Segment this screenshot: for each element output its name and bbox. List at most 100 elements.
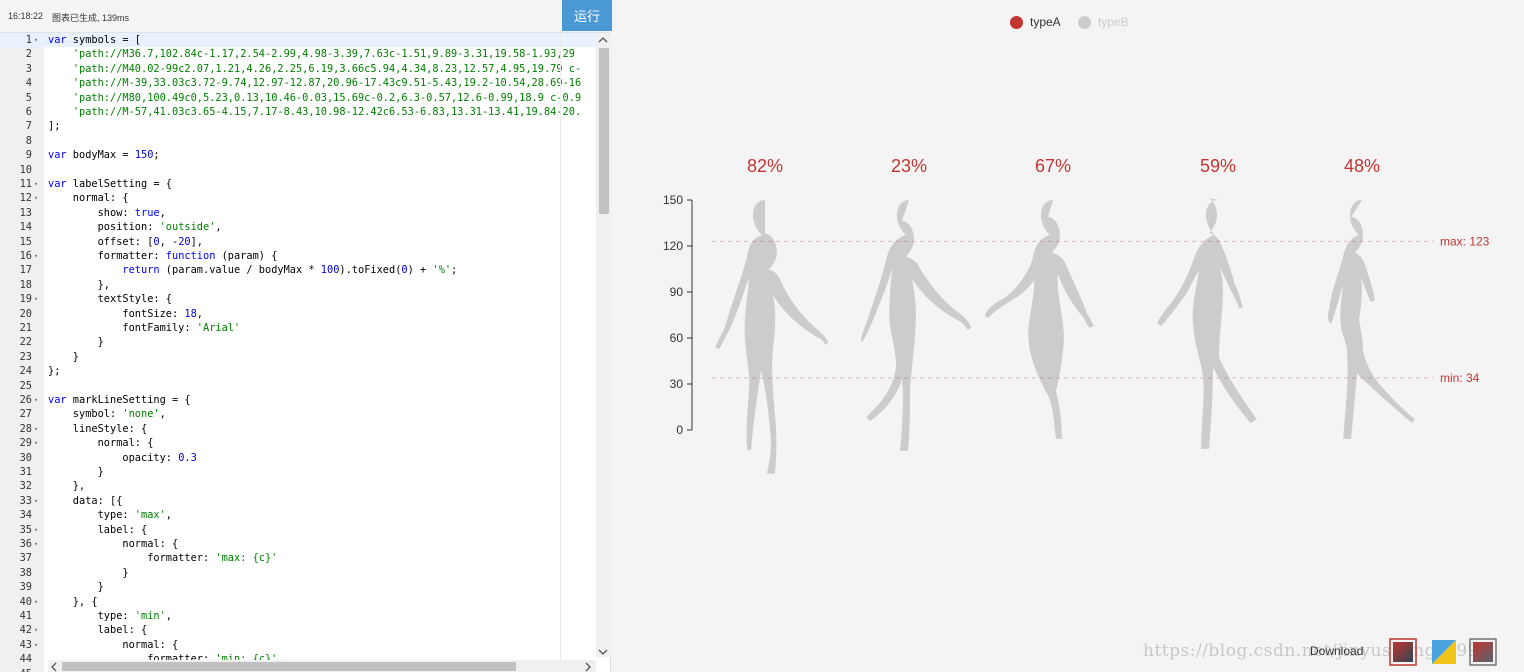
fold-toggle-icon[interactable]: ▾ [34, 177, 38, 191]
code-text: formatter: function (param) { [48, 250, 278, 262]
code-line[interactable]: 21 fontFamily: 'Arial' [0, 321, 611, 335]
code-line[interactable]: 7]; [0, 119, 611, 133]
code-line[interactable]: 36 ▾ normal: { [0, 537, 611, 551]
code-line[interactable]: 23 } [0, 350, 611, 364]
code-text: symbol: 'none', [48, 408, 166, 421]
scroll-up-icon[interactable] [598, 36, 608, 44]
code-line[interactable]: 34 type: 'max', [0, 508, 611, 522]
download-theme-dark-icon[interactable] [1469, 638, 1497, 666]
code-line[interactable]: 22 } [0, 335, 611, 349]
code-line[interactable]: 6 'path://M-57,41.03c3.65-4.15,7.17-8.43… [0, 105, 611, 119]
code-line[interactable]: 19 ▾ textStyle: { [0, 292, 611, 306]
code-text: var labelSetting = { [48, 178, 172, 190]
line-number: 7 [25, 120, 32, 133]
code-line[interactable]: 12 ▾ normal: { [0, 191, 611, 205]
fold-toggle-icon[interactable]: ▾ [34, 623, 38, 637]
vertical-scrollbar-thumb[interactable] [599, 48, 609, 214]
code-line[interactable]: 32 }, [0, 479, 611, 493]
code-line[interactable]: 39 } [0, 580, 611, 594]
fold-toggle-icon[interactable]: ▾ [34, 191, 38, 205]
line-number: 36 [19, 538, 32, 550]
line-number: 41 [19, 610, 32, 622]
code-text: show: true, [48, 206, 166, 219]
code-line[interactable]: 31 } [0, 465, 611, 479]
code-text: normal: { [48, 192, 129, 205]
code-line[interactable]: 9 var bodyMax = 150; [0, 148, 611, 162]
code-text: label: { [48, 523, 148, 536]
fold-toggle-icon[interactable]: ▾ [34, 33, 38, 47]
code-line[interactable]: 15 offset: [0, -20], [0, 235, 611, 249]
line-number: 8 [25, 134, 32, 147]
code-line[interactable]: 25 [0, 379, 611, 393]
scroll-left-icon[interactable] [50, 662, 58, 672]
line-number: 5 [25, 91, 32, 104]
code-text: }, [48, 278, 110, 291]
code-line[interactable]: 2 'path://M36.7,102.84c-1.17,2.54-2.99,4… [0, 47, 611, 61]
code-line[interactable]: 8 [0, 134, 611, 148]
code-line[interactable]: 1 ▾ var symbols = [ [0, 33, 611, 48]
code-line[interactable]: 35 ▾ label: { [0, 523, 611, 537]
code-text: 'path://M-57,41.03c3.65-4.15,7.17-8.43,1… [72, 106, 582, 118]
fold-toggle-icon[interactable]: ▾ [34, 436, 38, 450]
code-line[interactable]: 16 ▾ formatter: function (param) { [0, 249, 611, 263]
line-number: 37 [19, 552, 32, 565]
line-number: 9 [25, 149, 32, 162]
fold-toggle-icon[interactable]: ▾ [34, 523, 38, 537]
fold-toggle-icon[interactable]: ▾ [34, 595, 38, 609]
code-line[interactable]: 3 'path://M40.02-99c2.07,1.21,4.26,2.25,… [0, 62, 611, 76]
scroll-right-icon[interactable] [584, 662, 592, 672]
line-number: 3 [25, 62, 32, 75]
horizontal-scrollbar-thumb[interactable] [62, 662, 516, 671]
fold-toggle-icon[interactable]: ▾ [34, 494, 38, 508]
code-text: var markLineSetting = { [48, 394, 191, 406]
line-number: 35 [19, 523, 32, 536]
code-line[interactable]: 10 [0, 163, 611, 177]
code-line[interactable]: 18 }, [0, 278, 611, 292]
fold-toggle-icon[interactable]: ▾ [34, 249, 38, 263]
code-line[interactable]: 13 show: true, [0, 206, 611, 220]
code-line[interactable]: 14 position: 'outside', [0, 220, 611, 234]
code-line[interactable]: 41 type: 'min', [0, 609, 611, 623]
fold-toggle-icon[interactable]: ▾ [34, 638, 38, 652]
code-line[interactable]: 30 opacity: 0.3 [0, 451, 611, 465]
line-number: 38 [19, 566, 32, 579]
code-text: }, [48, 480, 86, 493]
fold-toggle-icon[interactable]: ▾ [34, 292, 38, 306]
code-text: } [48, 350, 79, 363]
download-theme-blue-icon[interactable] [1430, 638, 1458, 666]
code-editor[interactable]: 1 ▾ var symbols = [2 'path://M36.7,102.84c… [0, 33, 611, 672]
scroll-down-icon[interactable] [598, 648, 608, 656]
code-line[interactable]: 26 ▾ var markLineSetting = { [0, 393, 611, 407]
fold-toggle-icon[interactable]: ▾ [34, 537, 38, 551]
code-line[interactable]: 28 ▾ lineStyle: { [0, 422, 611, 436]
code-line[interactable]: 40 ▾ }, { [0, 595, 611, 609]
download-theme-red-icon[interactable] [1389, 638, 1417, 666]
code-line[interactable]: 17 return (param.value / bodyMax * 100).… [0, 263, 611, 277]
code-line[interactable]: 11 ▾ var labelSetting = { [0, 177, 611, 191]
code-line[interactable]: 29 ▾ normal: { [0, 436, 611, 450]
code-line[interactable]: 20 fontSize: 18, [0, 307, 611, 321]
code-text: offset: [0, -20], [48, 235, 204, 248]
line-number: 1 [25, 34, 32, 46]
code-line[interactable]: 42 ▾ label: { [0, 623, 611, 637]
code-text: position: 'outside', [48, 221, 222, 234]
code-line[interactable]: 24}; [0, 364, 611, 378]
code-line[interactable]: 37 formatter: 'max: {c}' [0, 551, 611, 565]
code-line[interactable]: 38 } [0, 566, 611, 580]
line-number: 6 [25, 106, 32, 118]
fold-toggle-icon[interactable]: ▾ [34, 393, 38, 407]
code-line[interactable]: 33 ▾ data: [{ [0, 494, 611, 508]
run-button[interactable]: 运行 [562, 0, 612, 31]
code-line[interactable]: 43 ▾ normal: { [0, 638, 611, 652]
code-text: } [48, 466, 104, 478]
code-text: 'path://M36.7,102.84c-1.17,2.54-2.99,4.9… [72, 48, 575, 61]
line-number: 17 [19, 264, 32, 277]
y-tick-label: 90 [670, 285, 684, 299]
editor-toolbar: 16:18:22 图表已生成, 139ms [0, 0, 611, 33]
percent-label-3: 59% [1200, 156, 1236, 176]
code-line[interactable]: 4 'path://M-39,33.03c3.72-9.74,12.97-12.… [0, 76, 611, 90]
code-line[interactable]: 5 'path://M80,100.49c0,5.23,0.13,10.46-0… [0, 91, 611, 105]
code-line[interactable]: 27 symbol: 'none', [0, 407, 611, 421]
fold-toggle-icon[interactable]: ▾ [34, 422, 38, 436]
line-number: 39 [19, 581, 32, 594]
